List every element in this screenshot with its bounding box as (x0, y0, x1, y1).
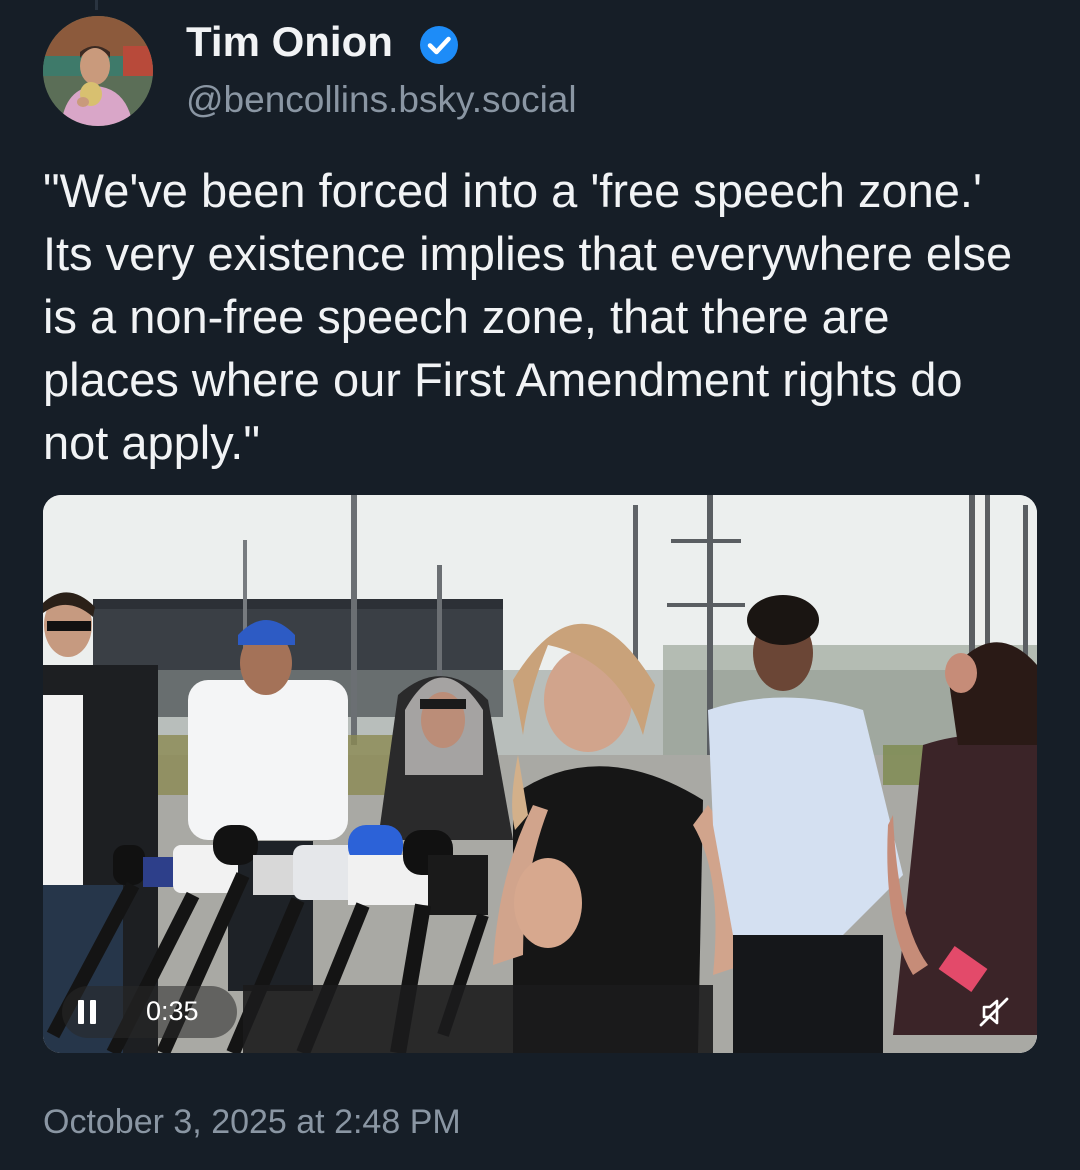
author-handle[interactable]: @bencollins.bsky.social (186, 79, 577, 121)
thread-line (95, 0, 98, 10)
author-name[interactable]: Tim Onion (186, 18, 393, 66)
video-elapsed-time: 0:35 (146, 996, 199, 1026)
author-avatar[interactable] (43, 16, 153, 126)
muted-speaker-icon[interactable] (976, 994, 1012, 1030)
pause-icon[interactable] (78, 1000, 98, 1024)
video-player[interactable] (43, 495, 1037, 1053)
post-card[interactable]: Tim Onion @bencollins.bsky.social "We've… (0, 0, 1080, 1170)
verified-check-icon (420, 26, 458, 64)
video-frame (43, 495, 1037, 1053)
post-text: "We've been forced into a 'free speech z… (43, 164, 1013, 469)
post-timestamp[interactable]: October 3, 2025 at 2:48 PM (43, 1103, 461, 1142)
